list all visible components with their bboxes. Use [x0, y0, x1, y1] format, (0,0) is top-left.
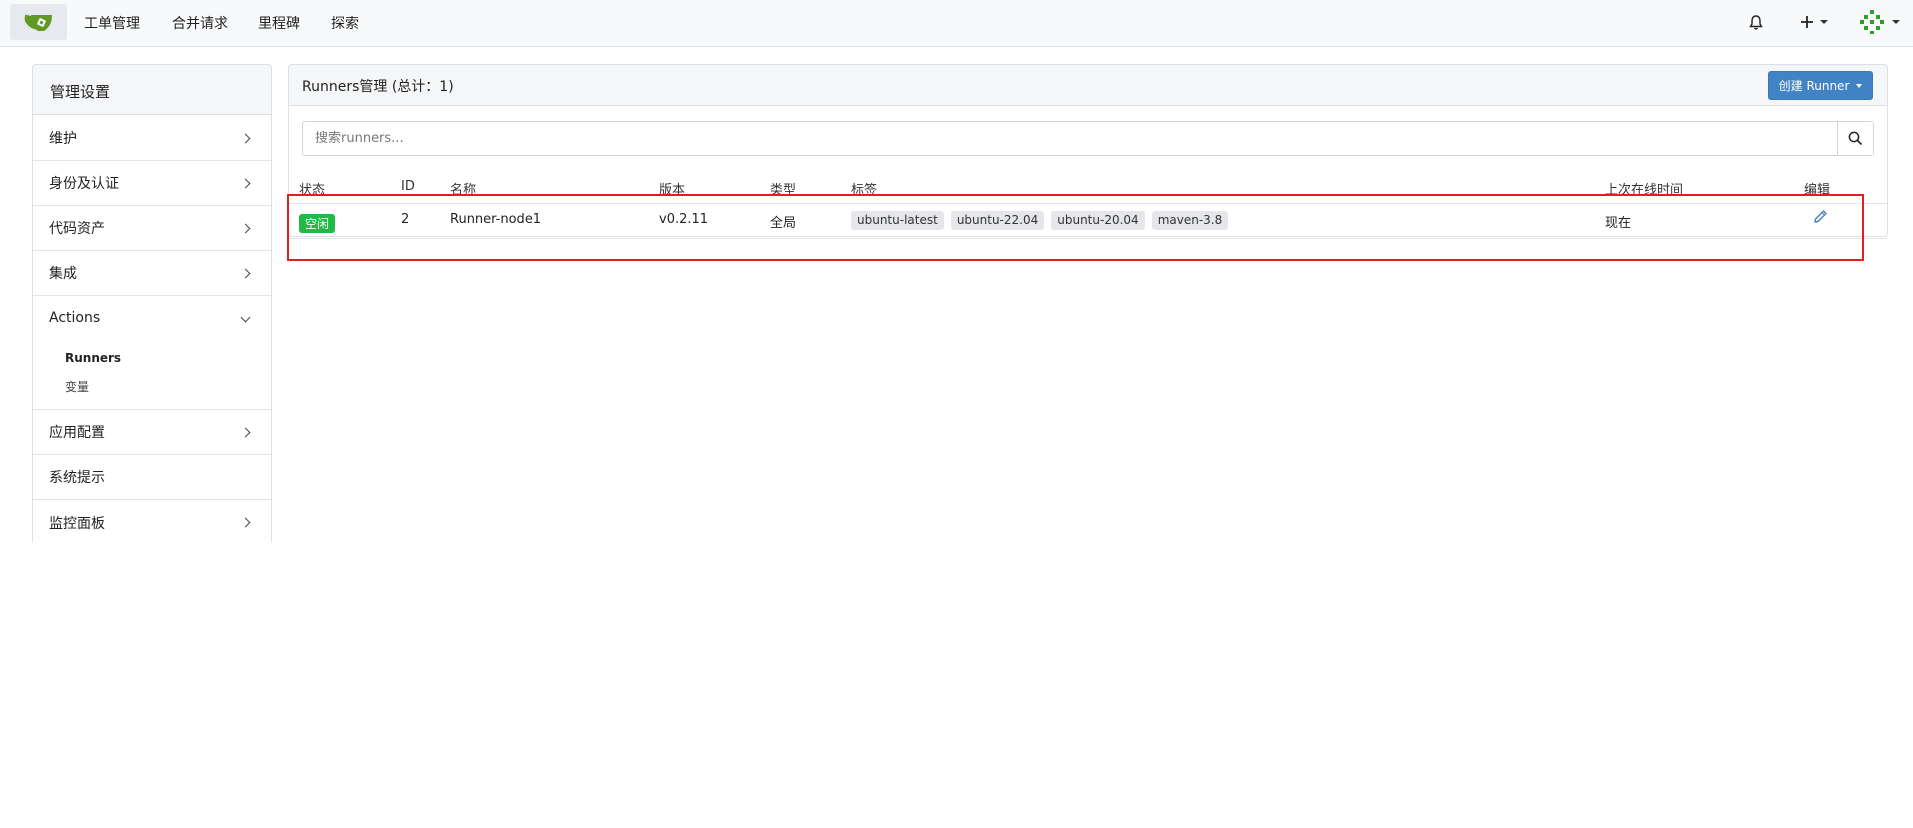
runners-panel: Runners管理 (总计：1) 创建 Runner 状态 ID 名称 版本 类… — [288, 64, 1888, 239]
runner-version: v0.2.11 — [659, 212, 709, 227]
page-title: Runners管理 (总计：1) — [302, 79, 454, 95]
search-icon — [1848, 131, 1863, 146]
caret-down-icon — [1856, 83, 1863, 88]
label-chip: ubuntu-20.04 — [1051, 211, 1145, 230]
create-runner-label: 创建 Runner — [1778, 79, 1850, 93]
column-header-name[interactable]: 名称 — [450, 179, 476, 198]
edit-runner-button[interactable] — [1813, 209, 1828, 228]
bell-icon — [1749, 14, 1763, 30]
create-runner-button[interactable]: 创建 Runner — [1768, 71, 1873, 100]
chevron-right-icon — [240, 517, 251, 528]
sidebar-item-code-assets[interactable]: 代码资产 — [33, 206, 271, 251]
avatar — [1860, 10, 1884, 34]
sidebar-item-label: 监控面板 — [49, 515, 105, 532]
sidebar-subitem-variables[interactable]: 变量 — [65, 378, 89, 395]
label-chip: maven-3.8 — [1151, 211, 1229, 230]
sidebar-title: 管理设置 — [33, 65, 271, 115]
runner-type: 全局 — [770, 216, 797, 231]
chevron-right-icon — [240, 133, 251, 143]
runner-name: Runner-node1 — [450, 212, 542, 227]
sidebar-item-label: Actions — [49, 310, 101, 326]
nav-explore[interactable]: 探索 — [331, 13, 359, 33]
search-bar — [302, 121, 1874, 156]
sidebar-item-label: 应用配置 — [49, 425, 105, 441]
create-new-dropdown[interactable] — [1800, 8, 1828, 36]
nav-milestones[interactable]: 里程碑 — [258, 13, 300, 33]
sidebar-item-label: 代码资产 — [49, 221, 105, 237]
chevron-right-icon — [240, 427, 251, 437]
runner-labels: ubuntu-latest ubuntu-22.04 ubuntu-20.04 … — [851, 211, 1229, 230]
notifications-button[interactable] — [1748, 8, 1764, 36]
sidebar-item-label: 集成 — [49, 266, 77, 282]
pencil-icon — [1814, 210, 1827, 223]
sidebar-item-notices[interactable]: 系统提示 — [33, 455, 271, 500]
sidebar-item-label: 维护 — [49, 131, 77, 147]
sidebar-item-integrations[interactable]: 集成 — [33, 251, 271, 296]
column-header-id[interactable]: ID — [401, 179, 415, 194]
sidebar-subitem-runners[interactable]: Runners — [65, 351, 121, 365]
admin-sidebar: 管理设置 维护 身份及认证 代码资产 集成 Actions Runners 变量… — [32, 64, 272, 545]
gitea-logo[interactable] — [10, 4, 67, 40]
column-header-version[interactable]: 版本 — [659, 179, 685, 198]
search-button[interactable] — [1837, 122, 1873, 155]
column-header-last-online[interactable]: 上次在线时间 — [1605, 179, 1683, 198]
user-avatar-menu[interactable] — [1858, 8, 1900, 36]
sidebar-item-app-config[interactable]: 应用配置 — [33, 410, 271, 455]
chevron-right-icon — [240, 178, 251, 188]
sidebar-item-identity[interactable]: 身份及认证 — [33, 161, 271, 206]
runner-id: 2 — [401, 212, 410, 227]
column-header-status[interactable]: 状态 — [299, 179, 325, 198]
label-chip: ubuntu-latest — [851, 211, 944, 230]
teacup-logo-icon — [24, 14, 52, 31]
sidebar-item-monitor[interactable]: 监控面板 — [33, 500, 271, 545]
search-input[interactable] — [303, 122, 1837, 155]
column-header-labels: 标签 — [851, 183, 878, 198]
runner-last-online: 现在 — [1605, 216, 1632, 231]
table-divider — [289, 238, 1887, 239]
column-header-edit: 编辑 — [1804, 183, 1831, 198]
status-badge: 空闲 — [299, 214, 335, 233]
column-header-type[interactable]: 类型 — [770, 179, 796, 198]
nav-pull-requests[interactable]: 合并请求 — [172, 13, 228, 33]
table-divider — [289, 203, 1887, 204]
chevron-right-icon — [240, 268, 251, 278]
sidebar-item-label: 身份及认证 — [49, 176, 119, 192]
label-chip: ubuntu-22.04 — [950, 211, 1045, 230]
caret-down-icon — [1820, 20, 1828, 24]
chevron-down-icon — [240, 312, 251, 323]
top-navbar: 工单管理 合并请求 里程碑 探索 — [0, 0, 1913, 47]
caret-down-icon — [1892, 20, 1900, 24]
plus-icon — [1801, 16, 1813, 28]
chevron-right-icon — [240, 223, 251, 233]
sidebar-item-maintenance[interactable]: 维护 — [33, 116, 271, 161]
nav-issues[interactable]: 工单管理 — [84, 13, 140, 33]
panel-header: Runners管理 (总计：1) 创建 Runner — [289, 65, 1887, 106]
sidebar-item-label: 系统提示 — [49, 470, 105, 486]
